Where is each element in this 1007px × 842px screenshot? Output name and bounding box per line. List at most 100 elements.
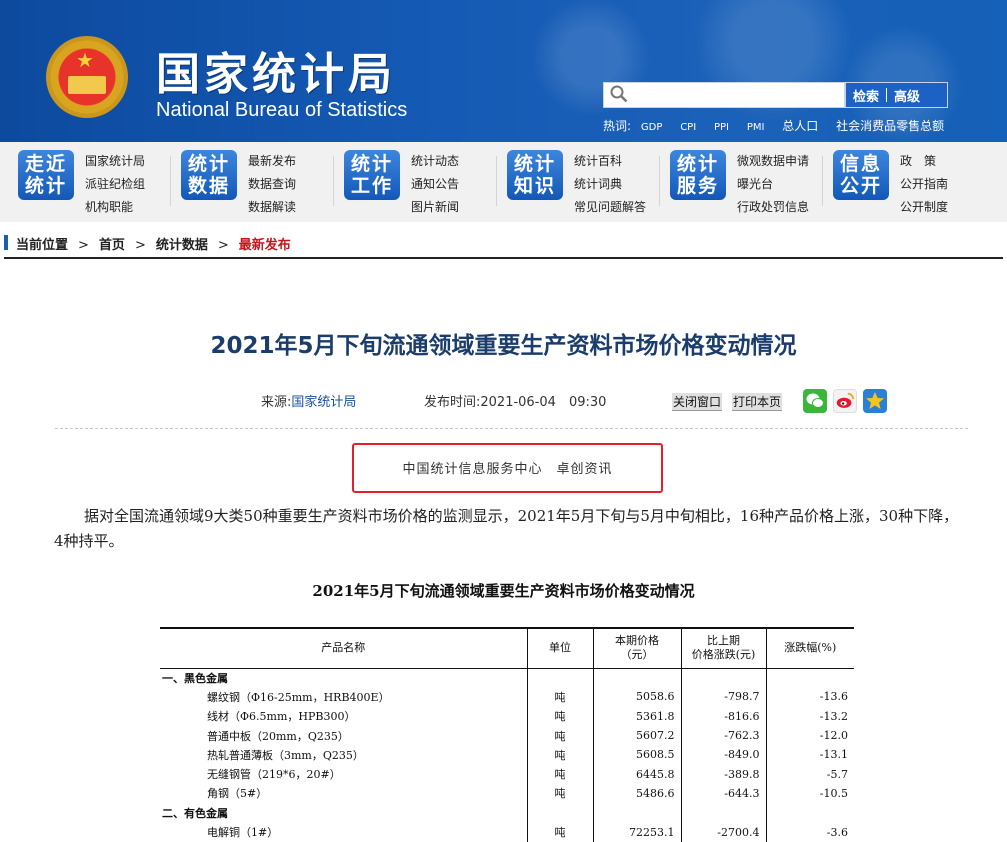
article-paragraph: 据对全国流通领域9大类50种重要生产资料市场价格的监测显示，2021年5月下旬与… <box>54 507 959 550</box>
hotword-link[interactable]: GDP <box>641 122 662 133</box>
unit-cell: 吨 <box>526 745 593 765</box>
column-header: 单位 <box>526 627 593 669</box>
nav-link[interactable]: 派驻纪检组 <box>85 173 145 196</box>
table-row: 螺纹钢（Φ16-25mm，HRB400E） 吨 5058.6 -798.7 -13.6 <box>160 687 854 707</box>
change-cell: -816.6 <box>680 706 766 726</box>
price-cell: 5486.6 <box>592 783 681 804</box>
table-row: 普通中板（20mm，Q235） 吨 5607.2 -762.3 -12.0 <box>160 725 854 746</box>
nav-link[interactable]: 公开制度 <box>900 196 948 219</box>
search-icon <box>610 85 628 103</box>
hotword-link[interactable]: CPI <box>680 122 696 133</box>
nav-link[interactable]: 机构职能 <box>85 196 145 219</box>
price-cell: 5608.5 <box>592 745 681 765</box>
nav-block[interactable]: 统计 服务 <box>670 150 726 200</box>
source-highlight-text: 中国统计信息服务中心 卓创资讯 <box>402 462 613 477</box>
chevron-right-icon: > <box>78 238 89 253</box>
product-name: 普通中板（20mm，Q235） <box>207 729 349 743</box>
unit-cell: 吨 <box>526 822 593 842</box>
advanced-search-button[interactable]: 高级 <box>887 86 927 105</box>
nav-block[interactable]: 统计 知识 <box>507 150 563 200</box>
nav-link[interactable]: 数据查询 <box>248 173 296 196</box>
category-name: 一、黑色金属 <box>162 671 228 685</box>
nav-link[interactable]: 统计词典 <box>574 173 646 196</box>
nav-block[interactable]: 统计 工作 <box>344 150 400 200</box>
nav-link[interactable]: 微观数据申请 <box>737 150 809 173</box>
breadcrumb-label: 当前位置 <box>16 238 69 253</box>
hotword-link[interactable]: 社会消费品零售总额 <box>836 119 944 133</box>
divider <box>170 156 171 206</box>
site-title-en: National Bureau of Statistics <box>156 99 408 121</box>
nav-link[interactable]: 统计动态 <box>411 150 459 173</box>
nav-link[interactable]: 常见问题解答 <box>574 196 646 219</box>
source-link[interactable]: 国家统计局 <box>291 395 356 410</box>
nav-link[interactable]: 曝光台 <box>737 173 809 196</box>
nav-link[interactable]: 政 策 <box>900 150 948 173</box>
price-table: 产品名称 单位 本期价格 （元） 比上期 价格涨跌(元) 涨跌幅(%) 一、黑色… <box>160 627 854 842</box>
product-name: 电解铜（1#） <box>207 826 279 840</box>
breadcrumb-current[interactable]: 最新发布 <box>239 238 291 253</box>
breadcrumb-marker <box>4 235 8 250</box>
close-window-button[interactable]: 关闭窗口 <box>672 393 723 411</box>
column-header: 产品名称 <box>160 627 527 669</box>
print-page-button[interactable]: 打印本页 <box>732 393 783 411</box>
price-cell: 5361.8 <box>592 706 681 726</box>
nav-link[interactable]: 数据解读 <box>248 196 296 219</box>
product-name: 热轧普通薄板（3mm，Q235） <box>207 748 364 762</box>
breadcrumb-home[interactable]: 首页 <box>99 238 125 253</box>
nav-link[interactable]: 国家统计局 <box>85 150 145 173</box>
site-title-cn[interactable]: 国家统计局 <box>156 38 396 102</box>
publish-time-value: 2021-06-04 09:30 <box>480 395 607 410</box>
table-category-row: 二、有色金属 <box>160 803 854 823</box>
hotword-link[interactable]: PMI <box>747 122 765 133</box>
chevron-right-icon: > <box>134 238 146 253</box>
change-cell: -644.3 <box>680 783 766 804</box>
pct-cell: -13.6 <box>765 687 854 707</box>
price-cell: 5607.2 <box>592 725 681 746</box>
table-title: 2021年5月下旬流通领域重要生产资料市场价格变动情况 <box>312 582 695 600</box>
nav-block[interactable]: 统计 数据 <box>181 150 237 200</box>
nav-block[interactable]: 走近 统计 <box>18 150 74 200</box>
pct-cell: -13.1 <box>765 745 854 765</box>
hotword-link[interactable]: 总人口 <box>782 119 818 133</box>
nav-link[interactable]: 通知公告 <box>411 173 459 196</box>
nav-link[interactable]: 行政处罚信息 <box>737 196 809 219</box>
pct-cell: -13.2 <box>765 706 854 726</box>
search-button[interactable]: 检索 <box>846 86 886 105</box>
weibo-share-icon[interactable] <box>833 389 857 413</box>
article-title: 2021年5月下旬流通领域重要生产资料市场价格变动情况 <box>210 333 797 359</box>
unit-cell: 吨 <box>526 725 593 746</box>
table-row: 线材（Φ6.5mm，HPB300） 吨 5361.8 -816.6 -13.2 <box>160 706 854 726</box>
breadcrumb-stats-data[interactable]: 统计数据 <box>156 238 208 253</box>
column-header: 本期价格 （元） <box>592 627 681 669</box>
nav-link[interactable]: 公开指南 <box>900 173 948 196</box>
site-header: ★ 国家统计局 National Bureau of Statistics 检索… <box>0 0 1007 142</box>
publish-time-label: 发布时间: <box>424 395 481 410</box>
product-name: 无缝钢管（219*6，20#） <box>207 768 341 782</box>
change-cell: -849.0 <box>680 745 766 765</box>
table-row: 电解铜（1#） 吨 72253.1 -2700.4 -3.6 <box>160 822 854 842</box>
search-input[interactable] <box>634 85 834 105</box>
favorite-star-icon[interactable] <box>863 389 887 413</box>
chevron-right-icon: > <box>217 238 229 253</box>
table-row: 角钢（5#） 吨 5486.6 -644.3 -10.5 <box>160 783 854 804</box>
nav-link[interactable]: 最新发布 <box>248 150 296 173</box>
divider <box>4 257 1003 259</box>
price-cell: 6445.8 <box>592 764 681 784</box>
unit-cell: 吨 <box>526 687 593 707</box>
unit-cell: 吨 <box>526 706 593 726</box>
change-cell: -2700.4 <box>680 822 766 842</box>
divider <box>659 156 660 206</box>
nav-block[interactable]: 信息 公开 <box>833 150 889 200</box>
table-row: 无缝钢管（219*6，20#） 吨 6445.8 -389.8 -5.7 <box>160 764 854 784</box>
table-row: 热轧普通薄板（3mm，Q235） 吨 5608.5 -849.0 -13.1 <box>160 745 854 765</box>
divider <box>333 156 334 206</box>
wechat-share-icon[interactable] <box>803 389 827 413</box>
hotword-link[interactable]: PPI <box>714 122 729 133</box>
price-cell: 5058.6 <box>592 687 681 707</box>
divider <box>496 156 497 206</box>
nav-link[interactable]: 统计百科 <box>574 150 646 173</box>
hotwords-label: 热词: <box>603 119 632 133</box>
article-publish-time: 发布时间:2021-06-04 09:30 <box>424 391 606 410</box>
column-header: 比上期 价格涨跌(元) <box>680 627 766 669</box>
nav-link[interactable]: 图片新闻 <box>411 196 459 219</box>
